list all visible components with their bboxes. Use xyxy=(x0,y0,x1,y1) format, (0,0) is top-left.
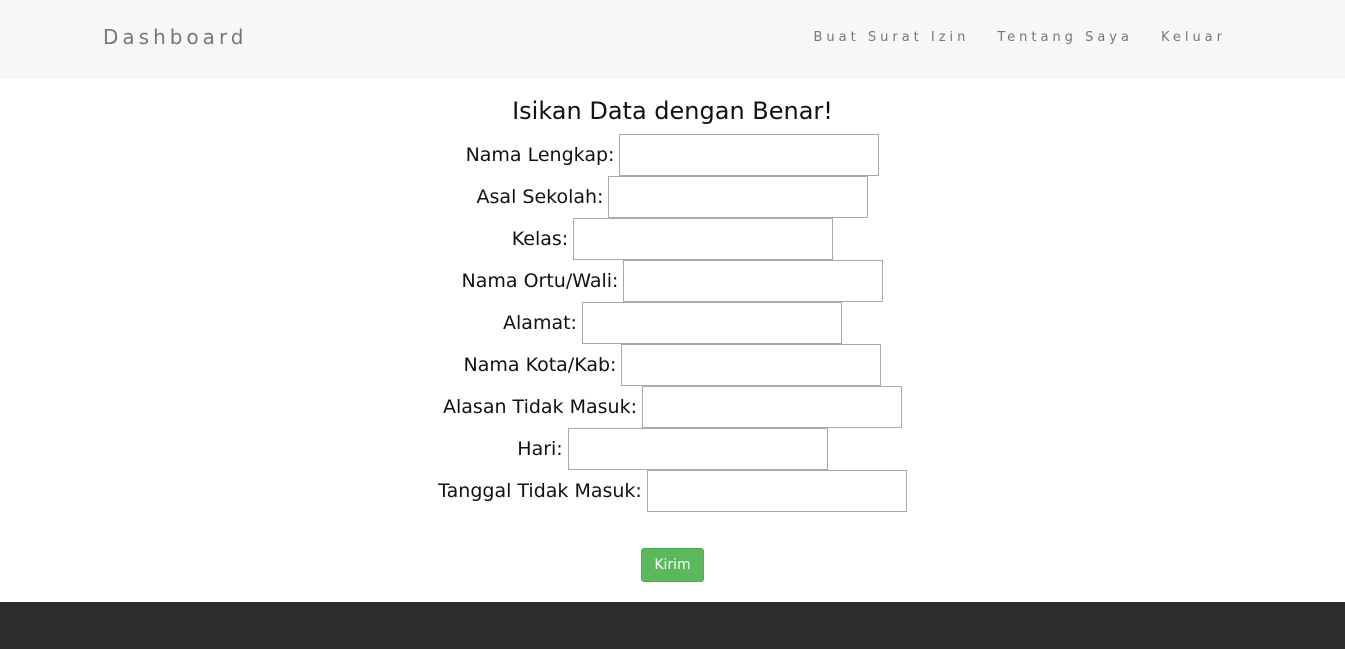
form-row-asal-sekolah: Asal Sekolah: xyxy=(0,176,1345,218)
form-row-alasan-tidak-masuk: Alasan Tidak Masuk: xyxy=(0,386,1345,428)
form-row-tanggal-tidak-masuk: Tanggal Tidak Masuk: xyxy=(0,470,1345,512)
nav-link-keluar[interactable]: Keluar xyxy=(1161,30,1226,45)
submit-area: Kirim xyxy=(0,548,1345,582)
input-hari[interactable] xyxy=(567,428,828,470)
label-nama-kota-kab: Nama Kota/Kab: xyxy=(463,354,617,376)
nav-menu: Buat Surat Izin Tentang Saya Keluar xyxy=(814,30,1227,45)
label-kelas: Kelas: xyxy=(511,228,569,250)
input-nama-ortu-wali[interactable] xyxy=(623,260,884,302)
main-content: Isikan Data dengan Benar! Nama Lengkap: … xyxy=(0,78,1345,602)
form-row-nama-ortu-wali: Nama Ortu/Wali: xyxy=(0,260,1345,302)
form-row-alamat: Alamat: xyxy=(0,302,1345,344)
form-row-nama-lengkap: Nama Lengkap: xyxy=(0,134,1345,176)
form-row-hari: Hari: xyxy=(0,428,1345,470)
form-title: Isikan Data dengan Benar! xyxy=(512,97,833,125)
input-alamat[interactable] xyxy=(581,302,842,344)
label-alasan-tidak-masuk: Alasan Tidak Masuk: xyxy=(443,396,637,418)
input-tanggal-tidak-masuk[interactable] xyxy=(646,470,907,512)
brand-link[interactable]: Dashboard xyxy=(103,25,248,49)
label-asal-sekolah: Asal Sekolah: xyxy=(476,186,604,208)
label-hari: Hari: xyxy=(517,438,563,460)
form-row-kelas: Kelas: xyxy=(0,218,1345,260)
form-row-nama-kota-kab: Nama Kota/Kab: xyxy=(0,344,1345,386)
navbar: Dashboard Buat Surat Izin Tentang Saya K… xyxy=(0,0,1345,78)
nav-link-buat-surat-izin[interactable]: Buat Surat Izin xyxy=(814,30,970,45)
permission-form: Nama Lengkap: Asal Sekolah: Kelas: Nama … xyxy=(0,134,1345,582)
nav-link-tentang-saya[interactable]: Tentang Saya xyxy=(997,30,1133,45)
input-nama-kota-kab[interactable] xyxy=(621,344,882,386)
label-tanggal-tidak-masuk: Tanggal Tidak Masuk: xyxy=(438,480,642,502)
footer xyxy=(0,602,1345,649)
input-asal-sekolah[interactable] xyxy=(608,176,869,218)
label-alamat: Alamat: xyxy=(503,312,577,334)
input-kelas[interactable] xyxy=(573,218,834,260)
input-alasan-tidak-masuk[interactable] xyxy=(641,386,902,428)
label-nama-lengkap: Nama Lengkap: xyxy=(465,144,615,166)
label-nama-ortu-wali: Nama Ortu/Wali: xyxy=(461,270,619,292)
input-nama-lengkap[interactable] xyxy=(619,134,880,176)
submit-button[interactable]: Kirim xyxy=(641,548,704,582)
